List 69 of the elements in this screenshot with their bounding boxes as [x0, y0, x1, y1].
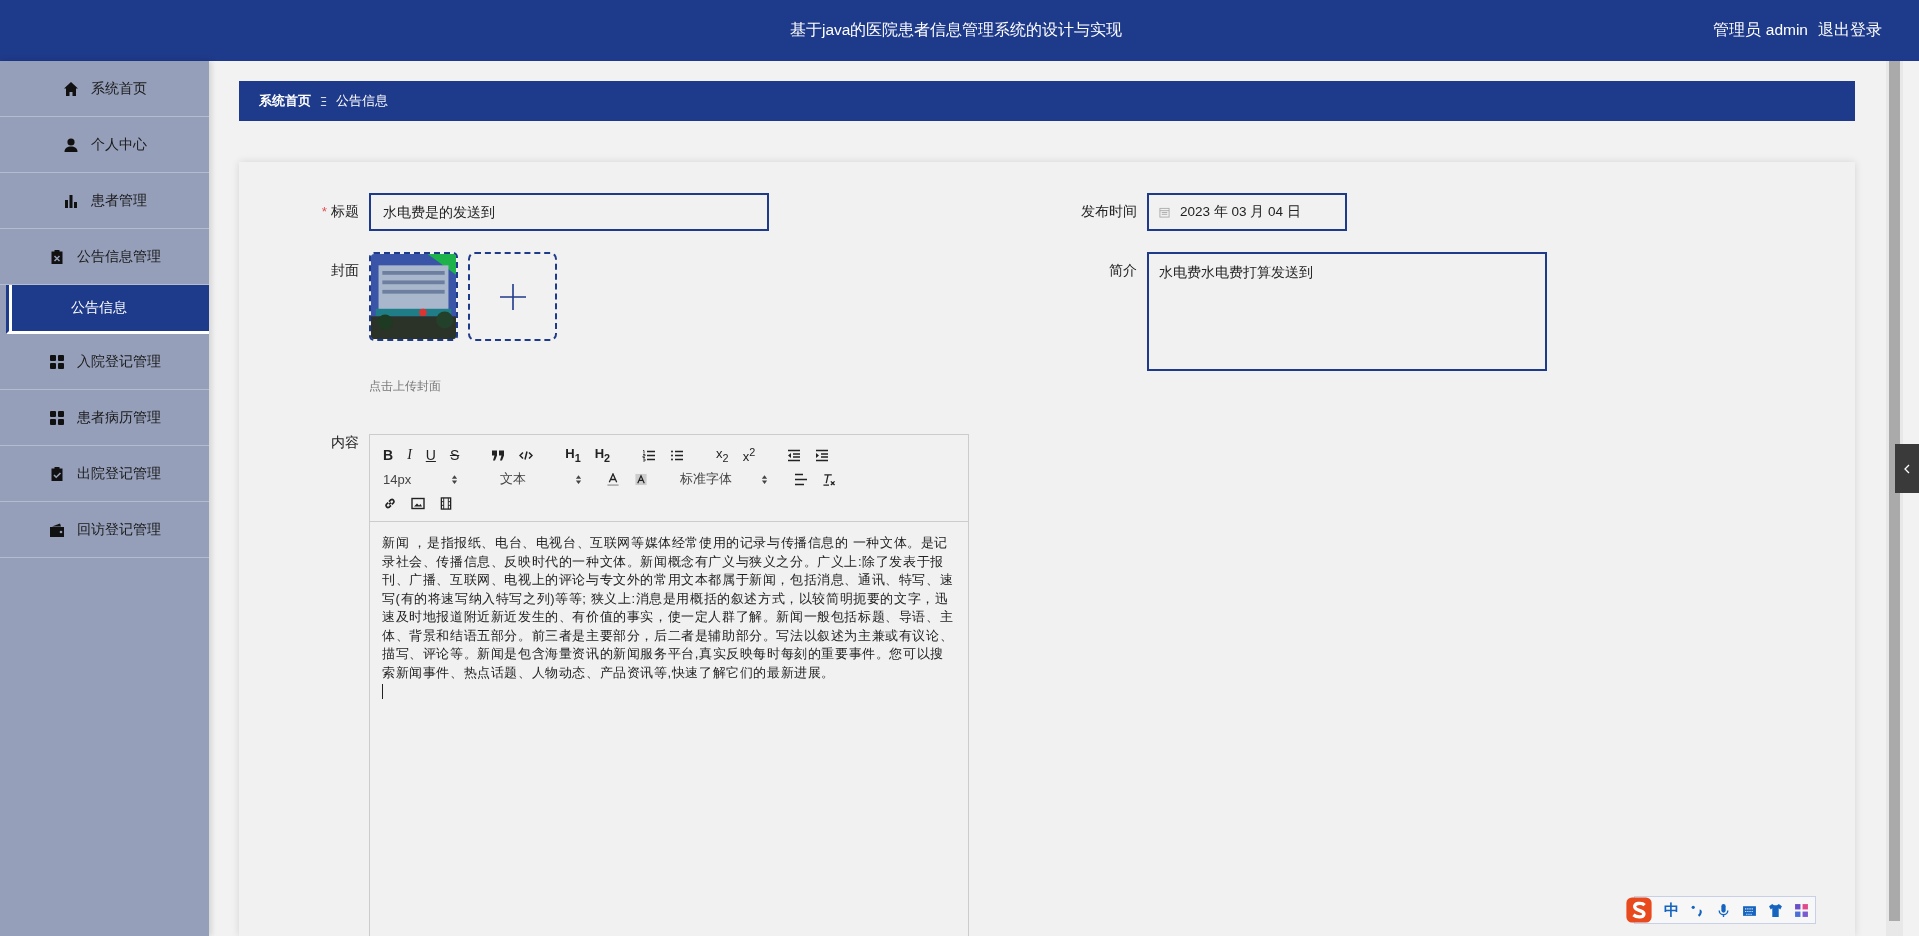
- indent-icon[interactable]: [815, 448, 830, 462]
- field-label: 内容: [330, 434, 359, 452]
- header-select[interactable]: 文本: [500, 470, 582, 488]
- app-title: 基于java的医院患者信息管理系统的设计与实现: [790, 20, 1123, 40]
- clear-format-icon[interactable]: [822, 472, 836, 486]
- home-icon: [62, 80, 79, 97]
- wallet-icon: [48, 521, 65, 538]
- outdent-icon[interactable]: [787, 448, 802, 462]
- field-label: 发布时间: [1080, 203, 1137, 221]
- plus-icon: [499, 283, 526, 310]
- menu-item[interactable]: 入院登记管理: [0, 334, 209, 390]
- submenu-item[interactable]: 公告信息: [6, 285, 209, 334]
- breadcrumb-link[interactable]: 公告信息: [336, 92, 388, 110]
- field-label: 封面: [330, 262, 359, 280]
- summary-field[interactable]: 水电费水电费打算发送到: [1147, 252, 1547, 371]
- grid-icon: [48, 353, 65, 370]
- quote-icon[interactable]: [491, 448, 506, 462]
- link-icon[interactable]: [383, 496, 397, 510]
- chevron-left-icon: [1904, 463, 1910, 474]
- title-field[interactable]: 水电费是的发送到: [369, 193, 769, 231]
- align-icon[interactable]: [794, 472, 808, 486]
- separator-icon: [320, 95, 327, 107]
- menu-item[interactable]: 系统首页: [0, 61, 209, 117]
- field-label: 简介: [1108, 262, 1137, 280]
- logout-link[interactable]: 退出登录: [1818, 20, 1882, 41]
- format-button[interactable]: U: [425, 447, 436, 463]
- text-cursor: [382, 684, 383, 699]
- menu-item[interactable]: 回访登记管理: [0, 502, 209, 558]
- size-select[interactable]: 14px: [383, 471, 458, 487]
- video-icon[interactable]: [439, 496, 453, 510]
- breadcrumb-link[interactable]: 系统首页: [259, 92, 311, 110]
- bullet-list-icon[interactable]: [670, 448, 685, 462]
- user-icon: [62, 136, 79, 153]
- calendar-icon: [1159, 206, 1170, 218]
- select-arrows-icon: [761, 473, 768, 485]
- menu-item[interactable]: 患者管理: [0, 173, 209, 229]
- format-button[interactable]: B: [383, 447, 394, 463]
- user-name: 管理员 admin: [1713, 20, 1808, 40]
- content-text[interactable]: 新闻 ，是指报纸、电台、电视台、互联网等媒体经常使用的记录与传播信息的 一种文体。是记录社会、传播信息、反映时代的一种文体。新闻概念有广义与狭义之分。广义上:除了发表于报刊、广播、互联网、电视上的评论与专文外的常用文本都属于新闻，包括消息、通讯、特写、速写(有的将速写纳入特写之列)等等; 狭义上:消息是用概括的叙述方式，以较简明扼要的文字，迅速及时地报道附近新近发生的、有价值的事实，使一定人群了解。新闻一般包括标题、导语、主体、背景和结语五部分。前三者是主要部分，后二者是辅助部分。写法以叙述为主兼或有议论、描写、评论等。新闻是包含海量资讯的新闻服务平台,真实反映每时每刻的重要事件。您可以搜索新闻事件、热点话题、人物动态、产品资讯等,快速了解它们的最新进展。: [382, 534, 956, 682]
- select-arrows-icon: [451, 473, 458, 485]
- header-button[interactable]: H$_{1}$: [565, 446, 581, 464]
- highlight-icon[interactable]: [634, 472, 648, 486]
- bar-chart-icon: [62, 192, 79, 209]
- microphone-icon[interactable]: [1716, 902, 1731, 918]
- collapse-handle[interactable]: [1895, 444, 1919, 493]
- ime-mode[interactable]: 中: [1664, 900, 1679, 920]
- scrollbar[interactable]: [1886, 61, 1903, 936]
- upload-button[interactable]: [468, 252, 557, 341]
- field-label: * 标题: [320, 203, 359, 221]
- menu-item[interactable]: 出院登记管理: [0, 446, 209, 502]
- image-icon[interactable]: [411, 496, 425, 510]
- ordered-list-icon[interactable]: [642, 448, 657, 462]
- grid-icon: [48, 409, 65, 426]
- script-button[interactable]: x$_{2}$: [716, 446, 729, 464]
- apps-icon[interactable]: [1794, 902, 1809, 918]
- upload-hint: 点击上传封面: [369, 379, 442, 394]
- date-field[interactable]: 2023 年 03 月 04 日: [1147, 193, 1347, 231]
- code-icon[interactable]: [519, 448, 534, 462]
- select-arrows-icon: [575, 473, 582, 485]
- menu-item[interactable]: 个人中心: [0, 117, 209, 173]
- font-select[interactable]: 标准字体: [680, 470, 768, 488]
- script-button[interactable]: x$^{2}$: [742, 445, 756, 465]
- menu-item[interactable]: 患者病历管理: [0, 390, 209, 446]
- format-button[interactable]: S: [449, 447, 460, 463]
- header-button[interactable]: H$_{2}$: [594, 446, 611, 464]
- format-button[interactable]: I: [407, 447, 412, 463]
- required-mark: *: [321, 204, 327, 219]
- shirt-icon[interactable]: [1768, 902, 1783, 918]
- text-color-icon[interactable]: [606, 472, 620, 486]
